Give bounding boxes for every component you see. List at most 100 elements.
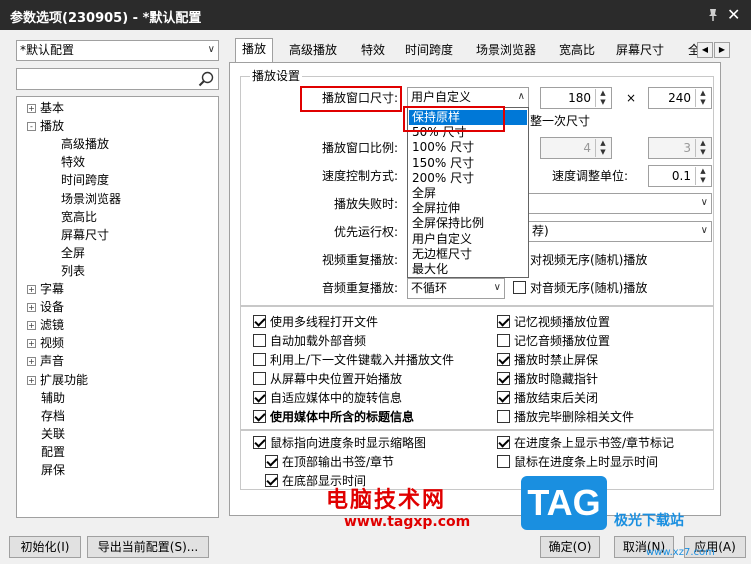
option-checkbox[interactable]: 使用媒体中所含的标题信息 bbox=[253, 409, 414, 425]
dropdown-option[interactable]: 最大化 bbox=[409, 262, 527, 277]
tree-item[interactable]: 宽高比 bbox=[61, 209, 97, 225]
checkbox-box[interactable] bbox=[497, 315, 510, 328]
option-checkbox[interactable]: 自动加载外部音频 bbox=[253, 333, 366, 349]
tree-item[interactable]: + 滤镜 bbox=[27, 317, 64, 333]
ratio-b-spinner[interactable]: 3 ▲ ▼ bbox=[648, 137, 712, 159]
expand-icon[interactable]: + bbox=[27, 357, 36, 367]
fail-action-select[interactable]: ∨ bbox=[529, 193, 712, 214]
tab[interactable]: 宽高比 bbox=[553, 40, 601, 62]
tree-item[interactable]: 辅助 bbox=[41, 390, 65, 406]
tree-item[interactable]: - 播放 bbox=[27, 118, 64, 134]
tree-item[interactable]: 全屏 bbox=[61, 245, 85, 261]
close-icon[interactable]: ✕ bbox=[727, 5, 740, 24]
tab-scroll-left-icon[interactable]: ◀ bbox=[697, 42, 713, 58]
expand-icon[interactable]: + bbox=[27, 321, 36, 331]
tab[interactable]: 场景浏览器 bbox=[470, 40, 542, 62]
tree-item[interactable]: 存档 bbox=[41, 408, 65, 424]
dropdown-option[interactable]: 用户自定义 bbox=[409, 232, 527, 247]
option-checkbox[interactable]: 从屏幕中央位置开始播放 bbox=[253, 371, 402, 387]
tree-item[interactable]: + 字幕 bbox=[27, 281, 64, 297]
checkbox-box[interactable] bbox=[497, 353, 510, 366]
tree-item[interactable]: 时间跨度 bbox=[61, 172, 109, 188]
height-spinner[interactable]: 240 ▲ ▼ bbox=[648, 87, 712, 109]
tab[interactable]: 时间跨度 bbox=[399, 40, 459, 62]
checkbox-box[interactable] bbox=[497, 334, 510, 347]
option-checkbox[interactable]: 鼠标在进度条上时显示时间 bbox=[497, 454, 658, 470]
checkbox-box[interactable] bbox=[253, 436, 266, 449]
option-checkbox[interactable]: 鼠标指向进度条时显示缩略图 bbox=[253, 435, 426, 451]
audio-random-checkbox[interactable]: 对音频无序(随机)播放 bbox=[513, 280, 647, 296]
ok-button[interactable]: 确定(O) bbox=[540, 536, 600, 558]
expand-icon[interactable]: + bbox=[27, 375, 36, 385]
option-checkbox[interactable]: 播放完毕删除相关文件 bbox=[497, 409, 634, 425]
checkbox-box[interactable] bbox=[497, 410, 510, 423]
dropdown-option[interactable]: 100% 尺寸 bbox=[409, 140, 527, 155]
tree-item[interactable]: 关联 bbox=[41, 426, 65, 442]
ratio-a-spinner[interactable]: 4 ▲ ▼ bbox=[540, 137, 612, 159]
checkbox-box[interactable] bbox=[497, 436, 510, 449]
tree-item[interactable]: 屏保 bbox=[41, 462, 65, 478]
tab[interactable]: 屏幕尺寸 bbox=[610, 40, 670, 62]
init-button[interactable]: 初始化(I) bbox=[9, 536, 81, 558]
tree-item[interactable]: 屏幕尺寸 bbox=[61, 227, 109, 243]
dropdown-option[interactable]: 全屏拉伸 bbox=[409, 201, 527, 216]
option-checkbox[interactable]: 播放时隐藏指针 bbox=[497, 371, 598, 387]
spinner-arrows-icon[interactable]: ▲ ▼ bbox=[595, 139, 610, 157]
search-icon[interactable] bbox=[198, 71, 214, 87]
checkbox-box[interactable] bbox=[497, 391, 510, 404]
tab[interactable]: 高级播放 bbox=[283, 40, 343, 62]
dropdown-option[interactable]: 无边框尺寸 bbox=[409, 247, 527, 262]
option-checkbox[interactable]: 在进度条上显示书签/章节标记 bbox=[497, 435, 674, 451]
profile-select[interactable]: *默认配置 ∨ bbox=[16, 40, 219, 61]
tree-item[interactable]: 列表 bbox=[61, 263, 85, 279]
checkbox-box[interactable] bbox=[513, 281, 526, 294]
option-checkbox[interactable]: 记忆音频播放位置 bbox=[497, 333, 610, 349]
tab[interactable]: 特效 bbox=[355, 40, 391, 62]
checkbox-box[interactable] bbox=[497, 372, 510, 385]
option-checkbox[interactable]: 播放时禁止屏保 bbox=[497, 352, 598, 368]
search-input[interactable] bbox=[16, 68, 219, 90]
option-checkbox[interactable]: 播放结束后关闭 bbox=[497, 390, 598, 406]
tree-item[interactable]: + 声音 bbox=[27, 353, 64, 369]
width-spinner[interactable]: 180 ▲ ▼ bbox=[540, 87, 612, 109]
option-checkbox[interactable]: 使用多线程打开文件 bbox=[253, 314, 378, 330]
checkbox-box[interactable] bbox=[265, 474, 278, 487]
tree-item[interactable]: 特效 bbox=[61, 154, 85, 170]
dropdown-option[interactable]: 全屏 bbox=[409, 186, 527, 201]
checkbox-box[interactable] bbox=[253, 353, 266, 366]
expand-icon[interactable]: + bbox=[27, 104, 36, 113]
checkbox-box[interactable] bbox=[253, 391, 266, 404]
spinner-arrows-icon[interactable]: ▲ ▼ bbox=[595, 89, 610, 107]
spinner-arrows-icon[interactable]: ▲ ▼ bbox=[695, 167, 710, 185]
checkbox-box[interactable] bbox=[253, 334, 266, 347]
checkbox-box[interactable] bbox=[253, 410, 266, 423]
option-checkbox[interactable]: 自适应媒体中的旋转信息 bbox=[253, 390, 402, 406]
expand-icon[interactable]: + bbox=[27, 339, 36, 349]
tree-item[interactable]: + 设备 bbox=[27, 299, 64, 315]
dropdown-option[interactable]: 150% 尺寸 bbox=[409, 156, 527, 171]
pin-icon[interactable] bbox=[706, 8, 720, 22]
checkbox-box[interactable] bbox=[253, 315, 266, 328]
collapse-icon[interactable]: - bbox=[27, 122, 36, 132]
tree-item[interactable]: 场景浏览器 bbox=[61, 191, 121, 207]
tree-item[interactable]: + 视频 bbox=[27, 335, 64, 351]
tab[interactable]: 播放 bbox=[235, 38, 274, 62]
spinner-arrows-icon[interactable]: ▲ ▼ bbox=[695, 139, 710, 157]
spinner-arrows-icon[interactable]: ▲ ▼ bbox=[695, 89, 710, 107]
audio-repeat-select[interactable]: 不循环 ∨ bbox=[407, 278, 505, 299]
tab-scroll-right-icon[interactable]: ▶ bbox=[714, 42, 730, 58]
speed-unit-spinner[interactable]: 0.1 ▲ ▼ bbox=[648, 165, 712, 187]
expand-icon[interactable]: + bbox=[27, 303, 36, 313]
dropdown-option[interactable]: 全屏保持比例 bbox=[409, 216, 527, 231]
window-size-select[interactable]: 用户自定义 ∧ bbox=[407, 87, 529, 108]
tree-item[interactable]: 配置 bbox=[41, 444, 65, 460]
tree-item[interactable]: 高级播放 bbox=[61, 136, 109, 152]
checkbox-box[interactable] bbox=[265, 455, 278, 468]
option-checkbox[interactable]: 利用上/下一文件键载入并播放文件 bbox=[253, 352, 454, 368]
dropdown-option[interactable]: 200% 尺寸 bbox=[409, 171, 527, 186]
tree-item[interactable]: + 扩展功能 bbox=[27, 372, 88, 388]
expand-icon[interactable]: + bbox=[27, 285, 36, 294]
option-checkbox[interactable]: 在顶部输出书签/章节 bbox=[265, 454, 394, 470]
checkbox-box[interactable] bbox=[253, 372, 266, 385]
checkbox-box[interactable] bbox=[497, 455, 510, 468]
